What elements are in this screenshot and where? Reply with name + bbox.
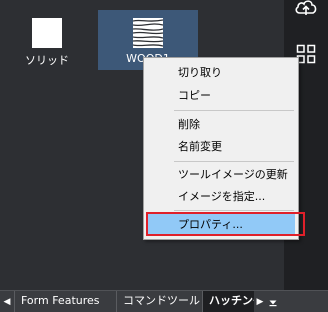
tab-list-dropdown-icon[interactable]: [266, 291, 280, 312]
solid-swatch-icon: [32, 18, 62, 48]
menu-item-copy[interactable]: コピー: [144, 85, 298, 107]
cloud-upload-icon[interactable]: [292, 0, 320, 22]
material-label-solid: ソリッド: [25, 54, 69, 67]
menu-item-rename[interactable]: 名前変更: [144, 136, 298, 158]
menu-separator: [174, 110, 294, 111]
tab-command-tools[interactable]: コマンドツール: [116, 291, 202, 312]
menu-item-update-tool-image[interactable]: ツールイメージの更新: [144, 164, 298, 186]
bottom-tab-bar: ◀ Form Features コマンドツール ハッチング ▶: [0, 290, 328, 312]
menu-item-cut[interactable]: 切り取り: [144, 62, 298, 84]
menu-item-delete[interactable]: 削除: [144, 114, 298, 136]
tab-scroll-left-icon[interactable]: ◀: [1, 291, 13, 312]
tab-scroll-right-icon[interactable]: ▶: [254, 291, 266, 312]
material-tile-solid[interactable]: ソリッド: [16, 10, 78, 70]
menu-separator: [174, 161, 294, 162]
menu-separator: [174, 210, 294, 211]
menu-item-specify-image[interactable]: イメージを指定...: [144, 186, 298, 208]
wood-grain-swatch-icon: [133, 18, 163, 48]
tab-form-features[interactable]: Form Features: [14, 291, 116, 312]
annotation-highlight-box: [146, 212, 305, 236]
tab-hatching[interactable]: ハッチング: [202, 291, 254, 312]
